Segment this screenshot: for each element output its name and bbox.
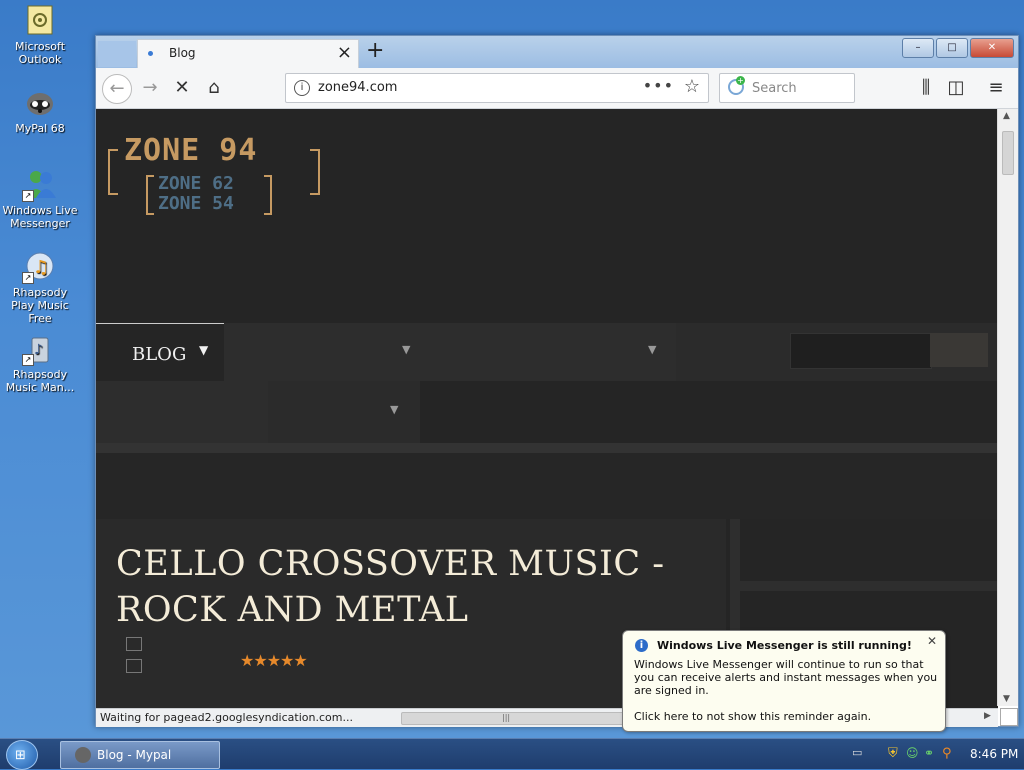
maximize-button[interactable]: □ [936,38,968,58]
messenger-icon: ↗ [22,168,56,202]
menu-icon[interactable]: ≡ [982,74,1010,102]
scroll-grip-icon: ||| [502,713,511,722]
keyboard-icon[interactable]: ▭ [852,746,866,760]
status-text: Waiting for pagead2.googlesyndication.co… [100,711,353,724]
scroll-down-icon[interactable]: ▼ [1003,694,1010,704]
logo-main-text: ZONE 94 [124,133,258,168]
taskbar-item-browser[interactable]: Blog - Mypal [60,741,220,769]
close-tab-icon[interactable]: × [337,42,352,63]
logo-sub-text: ZONE 62 [158,173,234,194]
search-input[interactable]: + Search [719,73,855,103]
rhapsody-icon: ♫ ↗ [22,250,56,284]
minimize-button[interactable]: – [902,38,934,58]
desktop-icon-rhapsody-play[interactable]: ♫ ↗ Rhapsody Play Music Free [0,250,80,325]
scroll-right-icon[interactable]: ▶ [984,711,991,721]
banner-area [96,453,998,519]
taskbar-item-label: Blog - Mypal [97,748,172,762]
desktop-icon-label: Microsoft Outlook [14,40,66,66]
taskbar: ⊞ Blog - Mypal ▭ ⛨ ☺ ⚭ ⚲ 8:46 PM [0,738,1024,770]
info-icon[interactable]: i [294,80,310,96]
divider [96,443,998,453]
shield-icon[interactable]: ⛨ [888,746,902,761]
calendar-icon [126,637,142,651]
dropdown-arrow-icon[interactable]: ▼ [402,343,410,356]
page-content: ZONE 94 ZONE 62 ZONE 54 ▼ ▼ BLOG ▼ ▼ CEL… [96,109,998,709]
scroll-up-icon[interactable]: ▲ [1003,111,1010,121]
search-placeholder: Search [752,81,797,96]
resize-corner[interactable] [1000,708,1018,726]
clock[interactable]: 8:46 PM [970,747,1018,761]
shortcut-arrow-icon: ↗ [22,190,34,202]
balloon-title: Windows Live Messenger is still running! [657,639,912,652]
nav-item-label: BLOG [132,344,187,365]
start-button[interactable]: ⊞ [6,740,38,770]
window-controls: – □ ✕ [902,38,1014,58]
search-tray-icon[interactable]: ⚲ [942,746,956,761]
logo-sub-text: ZONE 54 [158,193,234,214]
site-logo[interactable]: ZONE 94 ZONE 62 ZONE 54 [108,133,320,215]
rating-stars[interactable]: ★★★★★ [240,651,308,670]
forward-button[interactable]: → [136,74,164,102]
library-icon[interactable]: ⫼ [912,74,940,102]
svg-text:♫: ♫ [33,257,49,278]
page-actions-icon[interactable]: ••• [643,76,674,95]
address-bar[interactable]: i zone94.com ••• ☆ [285,73,709,103]
desktop-icon-label: MyPal 68 [15,122,65,135]
desktop-icon-label: Rhapsody Music Man... [5,368,75,394]
messenger-tray-icon[interactable]: ☺ [906,746,920,760]
windows-logo-icon: ⊞ [15,748,26,763]
raccoon-icon [24,86,56,118]
close-window-button[interactable]: ✕ [970,38,1014,58]
back-button[interactable]: ← [102,74,132,104]
nav-bar-row2: ▼ [96,381,420,443]
desktop-icon-outlook[interactable]: Microsoft Outlook [0,4,80,66]
nav-item-blog[interactable]: BLOG ▼ [96,323,224,382]
close-icon[interactable]: ✕ [925,634,939,648]
nav-item[interactable]: ▼ [268,381,420,443]
article-title[interactable]: CELLO CROSSOVER MUSIC - ROCK AND METAL [116,541,716,633]
dropdown-arrow-icon[interactable]: ▼ [390,403,398,416]
network-icon[interactable]: ⚭ [924,746,938,760]
info-icon: i [635,639,648,652]
site-search-input[interactable] [790,333,932,369]
loading-dot-icon [148,51,153,56]
desktop-icon-label: Windows Live Messenger [2,204,78,230]
scroll-thumb[interactable] [1002,131,1014,175]
title-bar: Blog × + – □ ✕ [96,36,1018,69]
shortcut-arrow-icon: ↗ [22,272,34,284]
system-tray: ▭ ⛨ ☺ ⚭ ⚲ 8:46 PM [850,739,1024,769]
tab-strip-filler [98,41,136,67]
dropdown-arrow-icon[interactable]: ▼ [648,343,656,356]
notification-balloon[interactable]: i Windows Live Messenger is still runnin… [622,630,946,732]
site-search-button[interactable] [930,333,988,367]
new-tab-button[interactable]: + [366,38,384,63]
comment-icon [126,659,142,673]
vertical-scrollbar[interactable]: ▲ ▼ [997,109,1018,706]
desktop-icon-messenger[interactable]: ↗ Windows Live Messenger [0,168,80,230]
home-button[interactable]: ⌂ [200,74,228,102]
sidebar-icon[interactable]: ◫ [942,74,970,102]
url-text: zone94.com [318,80,398,95]
browser-window: Blog × + – □ ✕ ← → ✕ ⌂ i zone94.com ••• … [95,35,1019,727]
add-search-icon: + [736,76,745,85]
balloon-link[interactable]: Click here to not show this reminder aga… [634,710,871,723]
raccoon-icon [75,747,91,763]
tab-blog[interactable]: Blog × [137,39,359,69]
outlook-icon [24,4,56,36]
horizontal-scrollbar[interactable]: ||| [401,712,633,725]
nav-toolbar: ← → ✕ ⌂ i zone94.com ••• ☆ + Search ⫼ ◫ … [96,68,1018,109]
rhapsody-icon: ♪ ↗ [22,332,56,366]
tab-title: Blog [169,46,196,60]
desktop-icon-rhapsody-manager[interactable]: ♪ ↗ Rhapsody Music Man... [0,332,80,394]
desktop-icon-label: Rhapsody Play Music Free [11,286,69,325]
dropdown-arrow-icon: ▼ [199,343,209,357]
balloon-body: Windows Live Messenger will continue to … [634,658,938,697]
nav-bar: ▼ ▼ [224,323,676,381]
svg-text:♪: ♪ [34,342,43,358]
desktop-icon-mypal[interactable]: MyPal 68 [0,86,80,135]
shortcut-arrow-icon: ↗ [22,354,34,366]
bookmark-star-icon[interactable]: ☆ [684,76,700,97]
site-navigation: ▼ ▼ BLOG ▼ ▼ [96,323,998,443]
stop-button[interactable]: ✕ [168,74,196,102]
